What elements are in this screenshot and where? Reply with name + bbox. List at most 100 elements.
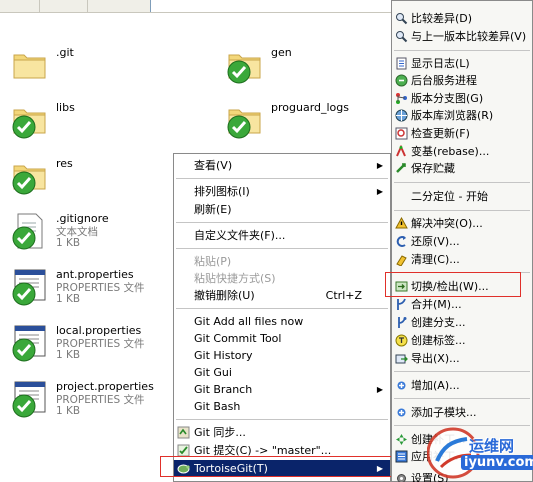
menu-separator [394, 398, 530, 399]
annotation-box [385, 272, 521, 297]
context-menu: 查看(V) ▶ 排列图标(I) ▶ 刷新(E) 自定义文件夹(F)... 粘贴(P)… [173, 153, 391, 482]
menu-item-git-bash[interactable]: Git Bash [174, 398, 390, 415]
toolbar-strip [0, 0, 395, 13]
branch-icon [398, 317, 407, 328]
export-icon [395, 354, 408, 364]
file-name: gen [271, 46, 292, 59]
magnifier-icon [396, 31, 408, 43]
submenu-item-repo-browser[interactable]: 版本库浏览器(R) [392, 107, 532, 124]
tortoisegit-submenu: 比较差异(D) 与上一版本比较差异(V) 显示日志(L) 后台服务进程 版本分支… [391, 0, 533, 482]
folder-icon [13, 54, 46, 79]
menu-item-git-commit-tool[interactable]: Git Commit Tool [174, 330, 390, 347]
submenu-arrow-icon: ▶ [376, 385, 383, 394]
submenu-item-stash-save[interactable]: 保存贮藏 [392, 160, 532, 177]
menu-separator [394, 182, 530, 183]
menu-separator [394, 425, 530, 426]
properties-file-icon [12, 269, 46, 306]
file-name: proguard_logs [271, 101, 349, 114]
submenu-item-daemon[interactable]: 后台服务进程 [392, 72, 532, 89]
submenu-item-show-log[interactable]: 显示日志(L) [392, 55, 532, 72]
menu-item-customize-folder[interactable]: 自定义文件夹(F)... [174, 227, 390, 244]
watermark-brand: 运维网 [469, 437, 515, 455]
menu-separator [394, 210, 530, 211]
toolbar-button[interactable] [40, 0, 88, 12]
folder-icon [12, 109, 46, 139]
address-bar[interactable] [150, 0, 395, 12]
stash-icon [396, 163, 406, 173]
toolbar-button[interactable] [0, 0, 40, 12]
explorer-window: { "files": [ {"name": ".git", "type": ""… [0, 0, 533, 482]
submenu-item-check-modifications[interactable]: 检查更新(F) [392, 125, 532, 142]
revision-graph-icon [396, 93, 407, 104]
menu-separator [394, 371, 530, 372]
daemon-icon [395, 74, 408, 87]
cleanup-icon [396, 255, 407, 266]
menu-item-git-add-all[interactable]: Git Add all files now [174, 313, 390, 330]
settings-icon [397, 474, 406, 482]
submenu-item-add[interactable]: 增加(A)... [392, 377, 532, 394]
apply-patch-icon [395, 450, 408, 463]
submenu-item-add-submodule[interactable]: 添加子模块... [392, 404, 532, 421]
menu-separator [176, 419, 388, 420]
folder-icon [227, 54, 261, 84]
menu-separator [176, 178, 388, 179]
folder-icon [12, 165, 46, 195]
submenu-arrow-icon: ▶ [376, 187, 383, 196]
menu-item-git-gui[interactable]: Git Gui [174, 364, 390, 381]
submenu-item-merge[interactable]: 合并(M)... [392, 296, 532, 313]
folder-icon [227, 109, 261, 139]
log-icon [396, 57, 407, 70]
watermark-url: iyunv.com [461, 455, 533, 470]
submenu-item-diff-previous[interactable]: 与上一版本比较差异(V) [392, 28, 532, 45]
add-icon [397, 381, 406, 390]
menu-item-git-sync[interactable]: Git 同步... [174, 424, 390, 441]
properties-file-icon [12, 381, 46, 418]
shortcut-text: Ctrl+Z [325, 289, 362, 302]
revert-icon [396, 236, 406, 247]
file-name: res [56, 157, 73, 170]
submenu-item-resolve[interactable]: 解决冲突(O)... [392, 215, 532, 232]
menu-item-git-branch[interactable]: Git Branch ▶ [174, 381, 390, 398]
conflict-icon [395, 217, 408, 229]
menu-item-paste-shortcut[interactable]: 粘贴快捷方式(S) [174, 270, 390, 287]
file-name: .git [56, 46, 74, 59]
file-size: 1 KB [56, 237, 81, 249]
repo-browser-icon [395, 109, 408, 122]
magnifier-icon [396, 13, 408, 25]
submenu-item-diff[interactable]: 比较差异(D) [392, 10, 532, 27]
sync-icon [177, 426, 190, 439]
submenu-item-create-tag[interactable]: 创建标签... [392, 332, 532, 349]
submenu-item-bisect-start[interactable]: 二分定位 - 开始 [392, 188, 532, 205]
menu-separator [176, 308, 388, 309]
annotation-box [160, 456, 393, 477]
submenu-item-cleanup[interactable]: 清理(C)... [392, 251, 532, 268]
check-modifications-icon [395, 127, 408, 140]
submenu-item-export[interactable]: 导出(X)... [392, 350, 532, 367]
text-file-icon [12, 213, 43, 250]
file-name: libs [56, 101, 75, 114]
submenu-item-revert[interactable]: 还原(V)... [392, 233, 532, 250]
properties-file-icon [12, 325, 46, 362]
menu-separator [176, 248, 388, 249]
submenu-item-revision-graph[interactable]: 版本分支图(G) [392, 90, 532, 107]
merge-icon [397, 298, 406, 310]
create-patch-icon [396, 434, 407, 445]
file-size: 1 KB [56, 293, 81, 305]
submenu-item-create-branch[interactable]: 创建分支... [392, 314, 532, 331]
menu-item-view[interactable]: 查看(V) ▶ [174, 157, 390, 174]
submenu-item-rebase[interactable]: 变基(rebase)... [392, 143, 532, 160]
file-size: 1 KB [56, 405, 81, 417]
menu-item-arrange-icons[interactable]: 排列图标(I) ▶ [174, 183, 390, 200]
watermark: 运维网 iyunv.com [427, 427, 533, 479]
menu-separator [394, 50, 530, 51]
menu-item-refresh[interactable]: 刷新(E) [174, 201, 390, 218]
file-size: 1 KB [56, 349, 81, 361]
submodule-icon [397, 408, 406, 417]
submenu-arrow-icon: ▶ [376, 161, 383, 170]
menu-item-paste[interactable]: 粘贴(P) [174, 253, 390, 270]
rebase-icon [396, 145, 406, 157]
tag-icon [395, 334, 408, 347]
menu-item-undo-delete[interactable]: 撤销删除(U) Ctrl+Z [174, 287, 390, 304]
menu-separator [176, 222, 388, 223]
menu-item-git-history[interactable]: Git History [174, 347, 390, 364]
